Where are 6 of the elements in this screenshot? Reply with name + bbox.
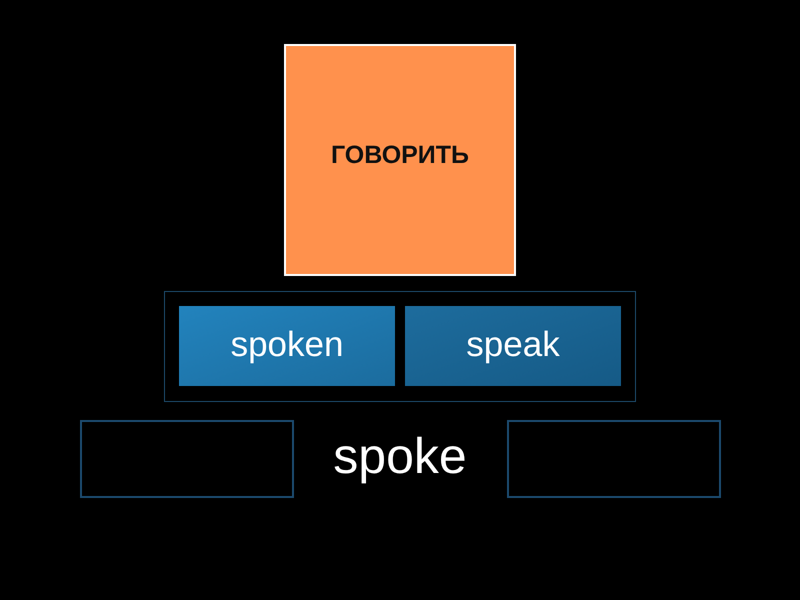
answer-tile[interactable]: spoken — [179, 306, 395, 386]
prompt-word: ГОВОРИТЬ — [330, 140, 470, 172]
answer-box[interactable] — [80, 420, 294, 498]
sentence-word: spoke — [333, 431, 467, 486]
answer-box[interactable] — [506, 420, 720, 498]
answer-tile[interactable]: speak — [405, 306, 621, 386]
